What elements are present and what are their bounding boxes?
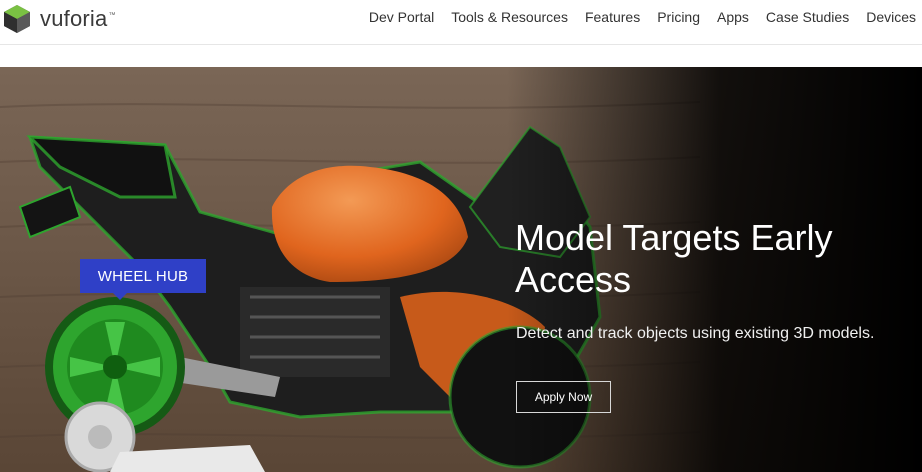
nav-tools-resources[interactable]: Tools & Resources [451, 9, 568, 25]
hero-banner: WHEEL HUB Model Targets Early Access Det… [0, 67, 922, 472]
main-menu: Dev Portal Tools & Resources Features Pr… [352, 0, 916, 34]
wheel-hub-tag: WHEEL HUB [80, 259, 206, 300]
brand-name: vuforia [40, 6, 108, 31]
nav-devices[interactable]: Devices [866, 9, 916, 25]
nav-dev-portal[interactable]: Dev Portal [369, 9, 434, 25]
nav-case-studies[interactable]: Case Studies [766, 9, 849, 25]
hero-headline: Model Targets Early Access [515, 217, 833, 300]
hero-subtext: Detect and track objects using existing … [516, 325, 875, 342]
trademark-symbol: ™ [108, 11, 116, 19]
vuforia-logo-icon [4, 5, 30, 33]
nav-pricing[interactable]: Pricing [657, 9, 700, 25]
apply-now-button[interactable]: Apply Now [516, 381, 611, 413]
nav-apps[interactable]: Apps [717, 9, 749, 25]
vuforia-logo[interactable]: vuforia ™ [0, 3, 115, 35]
top-navigation: vuforia ™ Dev Portal Tools & Resources F… [0, 0, 922, 45]
nav-features[interactable]: Features [585, 9, 640, 25]
